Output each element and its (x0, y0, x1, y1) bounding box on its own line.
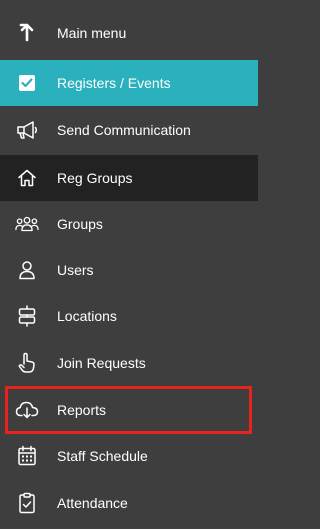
menu-item-label: Locations (57, 308, 117, 324)
menu-item-label: Main menu (57, 25, 127, 41)
menu-item-staff-schedule[interactable]: Staff Schedule (0, 433, 258, 479)
people-group-icon (15, 212, 39, 236)
menu-item-main-menu[interactable]: Main menu (0, 10, 258, 56)
user-icon (15, 258, 39, 282)
arrow-up-icon (15, 21, 39, 45)
menu-item-locations[interactable]: Locations (0, 293, 258, 339)
menu-item-label: Users (57, 262, 94, 278)
menu-item-label: Attendance (57, 495, 128, 511)
menu-item-label: Registers / Events (57, 75, 171, 91)
menu-item-groups[interactable]: Groups (0, 201, 258, 247)
checkbox-icon (15, 71, 39, 95)
calendar-icon (15, 444, 39, 468)
menu-item-users[interactable]: Users (0, 247, 258, 293)
megaphone-icon (15, 118, 39, 142)
menu-item-label: Reg Groups (57, 170, 133, 186)
menu-item-label: Groups (57, 216, 103, 232)
sidebar-menu: Main menu Registers / Events Send Commun… (0, 0, 258, 529)
menu-item-registers-events[interactable]: Registers / Events (0, 60, 258, 106)
clipboard-check-icon (15, 491, 39, 515)
menu-item-label: Join Requests (57, 355, 146, 371)
cloud-download-icon (15, 398, 39, 422)
menu-item-join-requests[interactable]: Join Requests (0, 340, 258, 386)
menu-item-send-communication[interactable]: Send Communication (0, 107, 258, 153)
menu-item-reports[interactable]: Reports (0, 387, 258, 433)
menu-item-label: Send Communication (57, 122, 191, 138)
menu-item-label: Reports (57, 402, 107, 418)
home-icon (15, 166, 39, 190)
signpost-icon (15, 304, 39, 328)
menu-item-reg-groups[interactable]: Reg Groups (0, 155, 258, 201)
menu-item-label: Staff Schedule (57, 448, 148, 464)
menu-item-attendance[interactable]: Attendance (0, 480, 258, 526)
hand-pointer-icon (15, 351, 39, 375)
